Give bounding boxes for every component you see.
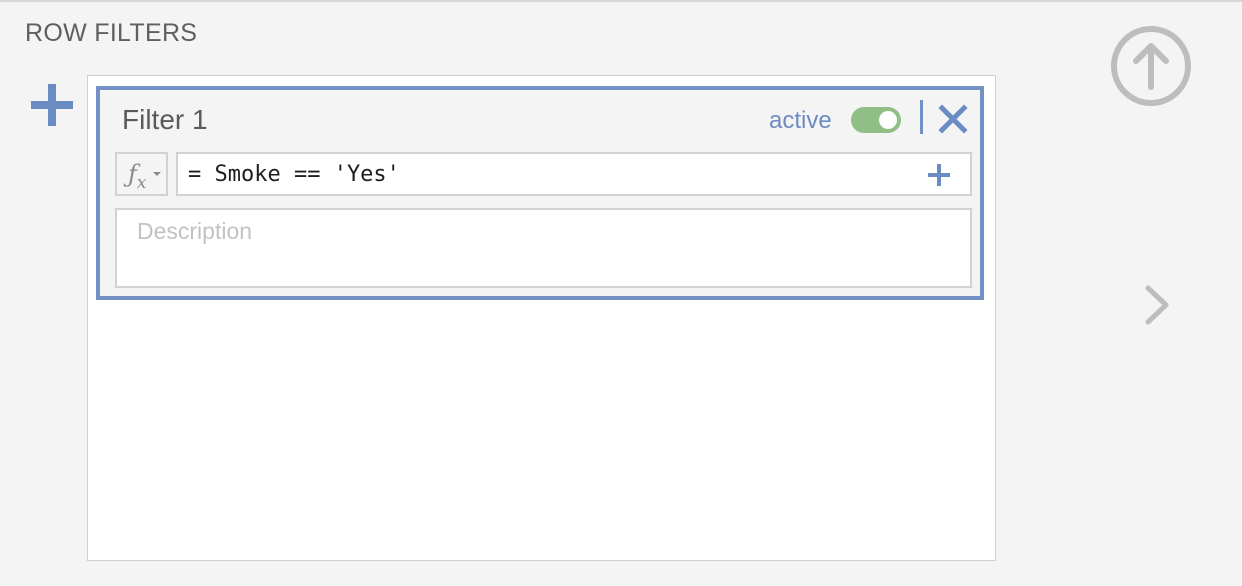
close-icon [938, 104, 968, 134]
formula-menu-button[interactable]: ƒx [115, 152, 168, 196]
next-chevron-button[interactable] [1140, 284, 1174, 326]
description-field[interactable] [115, 208, 972, 288]
toggle-knob [879, 111, 897, 129]
chevron-down-icon [153, 172, 161, 176]
top-border [0, 0, 1242, 2]
arrow-up-circle-icon [1111, 26, 1191, 106]
formula-add-button[interactable] [928, 164, 950, 186]
chevron-right-icon [1145, 285, 1169, 325]
filters-panel: Filter 1 active ƒx = Smoke == 'Yes' [87, 75, 996, 561]
filter-name: Filter 1 [122, 104, 208, 135]
header-divider [920, 100, 923, 134]
section-title: ROW FILTERS [25, 19, 198, 47]
formula-text: = Smoke == 'Yes' [188, 162, 400, 187]
active-toggle[interactable] [851, 107, 901, 133]
active-status-label: active [769, 107, 832, 134]
remove-filter-button[interactable] [938, 104, 968, 134]
plus-icon [928, 164, 950, 186]
add-filter-button[interactable] [31, 84, 73, 126]
fx-icon: ƒx [128, 160, 147, 193]
collapse-up-button[interactable] [1110, 25, 1192, 107]
formula-input[interactable]: = Smoke == 'Yes' [176, 152, 972, 196]
filter-card: Filter 1 active ƒx = Smoke == 'Yes' [96, 86, 984, 300]
plus-icon [31, 84, 73, 126]
